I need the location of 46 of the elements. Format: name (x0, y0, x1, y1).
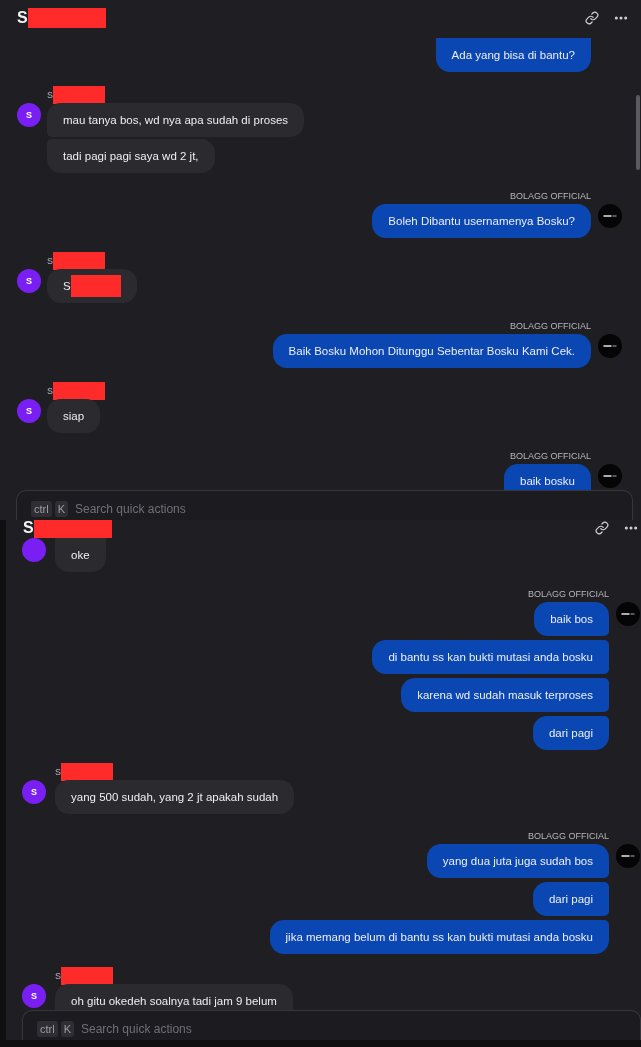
chat-title: S (23, 520, 34, 536)
sender-name: S (55, 766, 61, 779)
sender-name: S (47, 89, 53, 102)
message-bubble: Boleh Dibantu usernamenya Bosku? (372, 204, 591, 238)
message-bubble: oke (55, 538, 106, 572)
message-bubble: Baik Bosku Mohon Ditunggu Sebentar Bosku Kami Cek. (272, 334, 591, 368)
shortcut-key: K (54, 500, 68, 517)
shortcut-key: ctrl (37, 1020, 58, 1037)
sender-name: S (55, 970, 61, 983)
sender-name: S (47, 255, 53, 268)
user-avatar: S (17, 103, 41, 127)
message-bubble: jika memang belum di bantu ss kan bukti mutasi anda bosku (269, 920, 609, 954)
user-avatar: S (17, 269, 41, 293)
message-bubble: di bantu ss kan bukti mutasi anda bosku (372, 640, 609, 674)
search-field[interactable]: ctrl K Search quick actions (16, 490, 633, 520)
sender-name: BOLAGG OFFICIAL (509, 450, 591, 463)
message-bubble: tadi pagi pagi saya wd 2 jt, (47, 139, 215, 173)
message-bubble: mau tanya bos, wd nya apa sudah di proses (47, 103, 305, 137)
message-bubble: oh gitu okedeh soalnya tadi jam 9 belum (55, 984, 293, 1010)
scrollbar-thumb[interactable] (636, 95, 640, 170)
user-avatar: S (17, 399, 41, 423)
user-avatar: S (22, 984, 46, 1008)
search-field[interactable]: ctrl K Search quick actions (22, 1010, 641, 1040)
message-bubble: yang dua juta juga sudah bos (426, 844, 609, 878)
sender-name: S (47, 385, 53, 398)
sender-name: BOLAGG OFFICIAL (527, 830, 609, 843)
link-icon[interactable] (585, 11, 599, 25)
message-text: S (63, 279, 71, 293)
sender-name: BOLAGG OFFICIAL (509, 320, 591, 333)
shortcut-key: ctrl (31, 500, 52, 517)
message-bubble: karena wd sudah masuk terproses (401, 678, 609, 712)
message-bubble: dari pagi (532, 882, 609, 916)
search-input[interactable]: Search quick actions (81, 1019, 628, 1038)
message-bubble: baik bos (534, 602, 609, 636)
link-icon[interactable] (595, 521, 609, 535)
message-bubble: yang 500 sudah, yang 2 jt apakah sudah (55, 780, 295, 814)
search-input[interactable]: Search quick actions (75, 499, 620, 518)
message-bubble: siap (47, 399, 101, 433)
message-bubble: dari pagi (532, 716, 609, 750)
message-bubble: Ada yang bisa di bantu? (435, 38, 591, 72)
shortcut-key: K (60, 1020, 74, 1037)
message-bubble: baik bosku (504, 464, 591, 490)
chat-title: S (17, 10, 28, 26)
sender-name: BOLAGG OFFICIAL (509, 190, 591, 203)
user-avatar: S (22, 780, 46, 804)
sender-name: BOLAGG OFFICIAL (527, 588, 609, 601)
